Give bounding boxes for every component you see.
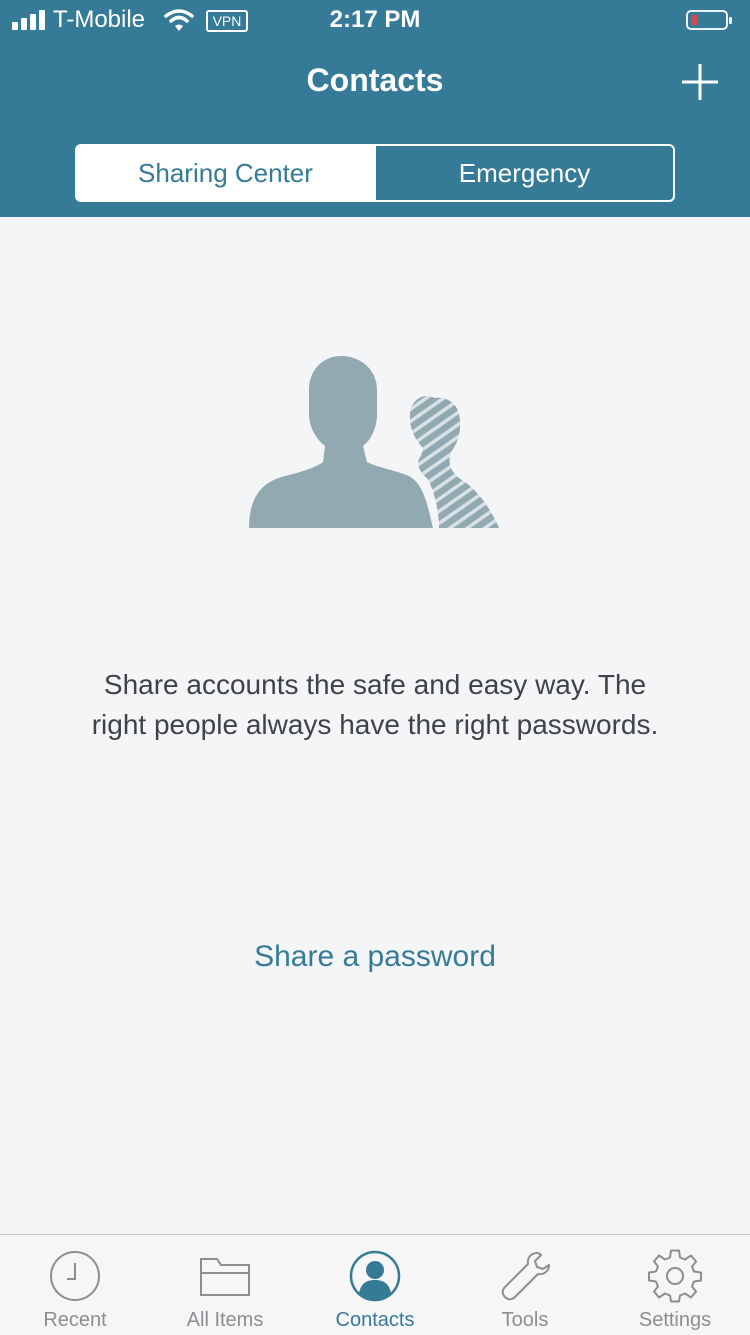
tab-contacts[interactable]: Contacts [300, 1235, 450, 1335]
tab-label: Recent [43, 1309, 107, 1331]
status-time: 2:17 PM [329, 6, 421, 33]
segmented-control: Sharing Center Emergency [75, 144, 675, 202]
page-title: Contacts [306, 62, 444, 98]
share-password-link[interactable]: Share a password [0, 940, 750, 974]
people-silhouette-icon [249, 356, 499, 528]
tab-recent[interactable]: Recent [0, 1235, 150, 1335]
plus-icon[interactable] [678, 60, 722, 104]
tab-label: Settings [638, 1309, 712, 1331]
segment-sharing-center[interactable]: Sharing Center [77, 146, 374, 200]
tab-settings[interactable]: Settings [600, 1235, 750, 1335]
header-bar: T-Mobile VPN 2:17 PM Contacts Sharing Ce… [0, 0, 750, 217]
status-bar: T-Mobile VPN 2:17 PM [0, 0, 750, 40]
wrench-icon [501, 1252, 550, 1301]
tab-bar: Recent All Items Contacts Tools Settings [0, 1234, 750, 1335]
segment-emergency[interactable]: Emergency [374, 146, 673, 200]
tab-label: Tools [501, 1309, 549, 1331]
tab-all-items[interactable]: All Items [150, 1235, 300, 1335]
battery-icon [686, 10, 732, 30]
person-circle-icon [349, 1250, 401, 1302]
gear-icon [648, 1249, 702, 1303]
folder-icon [200, 1258, 250, 1296]
empty-state-message: Share accounts the safe and easy way. Th… [91, 669, 659, 740]
tab-tools[interactable]: Tools [450, 1235, 600, 1335]
clock-icon [50, 1251, 100, 1301]
tab-label: Contacts [335, 1309, 415, 1331]
tab-label: All Items [186, 1309, 264, 1331]
